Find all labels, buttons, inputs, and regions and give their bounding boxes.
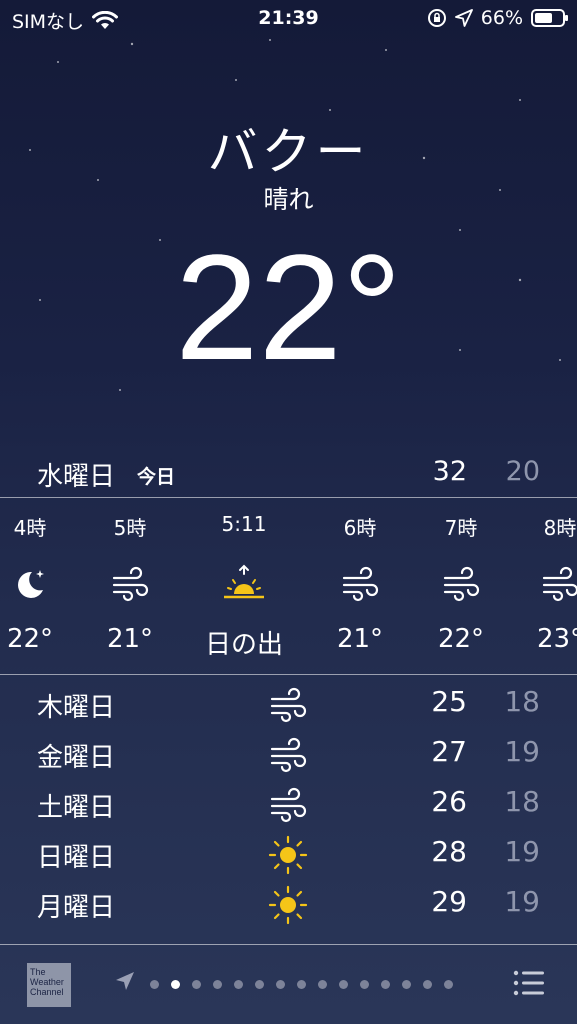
hour-column: 5時 21° <box>80 498 180 674</box>
page-dot[interactable] <box>402 980 411 989</box>
current-temperature: 22° <box>175 223 402 391</box>
battery-level <box>535 13 552 23</box>
day-high: 28 <box>431 835 467 868</box>
wind-icon <box>270 787 307 823</box>
hour-time: 5:11 <box>221 512 267 536</box>
today-low: 20 <box>505 456 540 487</box>
wind-icon <box>270 737 307 773</box>
page-dot[interactable] <box>192 980 201 989</box>
day-name: 日曜日 <box>37 843 116 873</box>
city-list-icon[interactable] <box>513 970 545 996</box>
today-high: 32 <box>432 456 467 487</box>
page-dot[interactable] <box>360 980 369 989</box>
page-indicator[interactable] <box>150 980 453 989</box>
day-high: 25 <box>431 685 467 718</box>
hour-column: 7時 22° <box>411 498 511 674</box>
day-row: 金曜日 27 19 <box>0 730 577 780</box>
sun-icon <box>268 885 308 925</box>
day-name: 金曜日 <box>37 743 116 773</box>
moon-icon <box>18 570 44 598</box>
hour-column: 8時 23° <box>510 498 577 674</box>
weather-condition: 晴れ <box>263 185 314 214</box>
hour-time: 4時 <box>13 516 47 540</box>
day-high: 26 <box>431 785 467 818</box>
orientation-lock-icon <box>427 9 446 27</box>
wind-icon <box>542 566 577 602</box>
hour-column: 5:11 日の出 <box>194 498 294 674</box>
hour-column: 6時 21° <box>310 498 410 674</box>
day-high: 29 <box>431 885 467 918</box>
wind-icon <box>342 566 379 602</box>
hour-temp: 21° <box>336 624 384 654</box>
day-row: 日曜日 28 19 <box>0 830 577 880</box>
battery-icon <box>531 9 568 27</box>
sunrise-icon <box>224 564 264 599</box>
page-dot[interactable] <box>423 980 432 989</box>
city-name: バクー <box>207 123 370 181</box>
day-low: 18 <box>504 785 540 818</box>
page-dot[interactable] <box>276 980 285 989</box>
page-dot[interactable] <box>381 980 390 989</box>
hour-time: 8時 <box>543 516 577 540</box>
wind-icon <box>112 566 149 602</box>
hour-temp: 22° <box>6 624 54 654</box>
sun-icon <box>268 835 308 875</box>
page-dot[interactable] <box>339 980 348 989</box>
day-high: 27 <box>431 735 467 768</box>
today-row: 水曜日 今日 32 20 <box>0 452 577 492</box>
hour-temp: 22° <box>437 624 485 654</box>
day-row: 月曜日 29 19 <box>0 880 577 930</box>
wind-icon <box>270 687 307 723</box>
day-name: 月曜日 <box>37 893 116 923</box>
day-low: 19 <box>504 885 540 918</box>
hour-time: 5時 <box>113 516 147 540</box>
hourly-forecast[interactable]: 4時 22° 5時 21° 5:11 日の出 6時 21° 7時 22° 8時 … <box>0 497 577 675</box>
page-dot[interactable] <box>150 980 159 989</box>
current-location-icon[interactable] <box>115 971 135 991</box>
page-dot[interactable] <box>234 980 243 989</box>
day-name: 土曜日 <box>37 793 116 823</box>
hour-temp: 日の出 <box>204 630 283 660</box>
page-dot[interactable] <box>318 980 327 989</box>
day-name: 木曜日 <box>37 693 116 723</box>
page-dot[interactable] <box>297 980 306 989</box>
day-row: 木曜日 25 18 <box>0 680 577 730</box>
page-dot[interactable] <box>255 980 264 989</box>
status-bar: SIMなし 21:39 66% <box>0 0 577 38</box>
hour-temp: 21° <box>106 624 154 654</box>
wind-icon <box>443 566 480 602</box>
today-day: 水曜日 <box>37 462 116 492</box>
hour-temp: 23° <box>536 624 577 654</box>
day-low: 19 <box>504 835 540 868</box>
hour-column: 4時 22° <box>0 498 80 674</box>
page-dot[interactable] <box>171 980 180 989</box>
hour-time: 6時 <box>343 516 377 540</box>
bottom-toolbar: The Weather Channel <box>0 945 577 1024</box>
day-low: 18 <box>504 685 540 718</box>
weather-channel-logo[interactable]: The Weather Channel <box>27 963 71 1007</box>
page-dot[interactable] <box>213 980 222 989</box>
page-dot[interactable] <box>444 980 453 989</box>
location-services-icon <box>454 9 473 27</box>
today-label: 今日 <box>137 466 176 488</box>
day-low: 19 <box>504 735 540 768</box>
hour-time: 7時 <box>444 516 478 540</box>
day-row: 土曜日 26 18 <box>0 780 577 830</box>
battery-percent: 66% <box>480 7 523 29</box>
